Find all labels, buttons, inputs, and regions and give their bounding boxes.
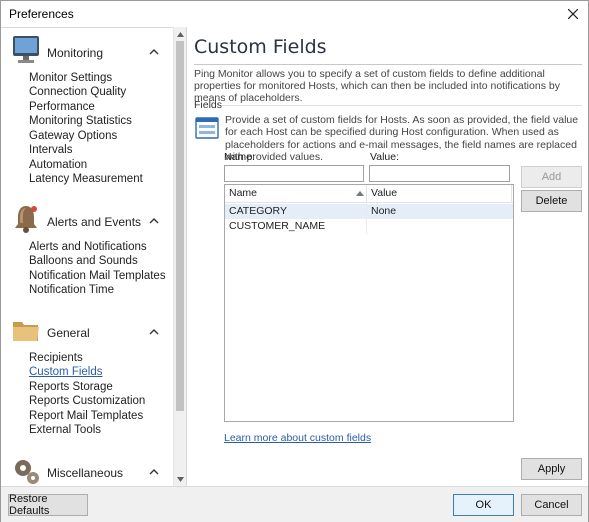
folder-icon	[13, 322, 39, 341]
column-header-value[interactable]: Value	[371, 187, 397, 199]
scrollbar-thumb[interactable]	[176, 41, 184, 411]
monitor-icon	[13, 36, 39, 63]
intro-text: Ping Monitor allows you to specify a set…	[194, 68, 560, 104]
column-header-name[interactable]: Name	[229, 187, 257, 199]
sort-ascending-icon	[356, 191, 364, 196]
sidebar-item-recipients[interactable]: Recipients	[29, 352, 83, 364]
sidebar-item-intervals[interactable]: Intervals	[29, 144, 72, 156]
value-label: Value:	[370, 151, 399, 163]
fields-description: Provide a set of custom fields for Hosts…	[225, 114, 579, 163]
sidebar-group-header-alerts[interactable]: Alerts and Events	[1, 203, 173, 237]
scroll-down-button[interactable]	[174, 472, 186, 486]
cancel-button[interactable]: Cancel	[521, 494, 582, 516]
sidebar-item-notification-mail-templates[interactable]: Notification Mail Templates	[29, 270, 166, 282]
sidebar-item-report-mail-templates[interactable]: Report Mail Templates	[29, 410, 143, 422]
main-panel: Custom Fields Ping Monitor allows you to…	[187, 27, 589, 486]
close-button[interactable]	[558, 1, 588, 27]
triangle-down-icon	[176, 476, 184, 482]
table-row[interactable]: CUSTOMER_NAME	[225, 219, 513, 234]
sidebar-item-monitoring-statistics[interactable]: Monitoring Statistics	[29, 115, 132, 127]
scroll-up-button[interactable]	[174, 27, 186, 41]
name-input[interactable]	[224, 165, 364, 182]
restore-defaults-button[interactable]: Restore Defaults	[8, 493, 88, 517]
gears-icon	[15, 460, 39, 484]
sidebar-item-alerts-notifications[interactable]: Alerts and Notifications	[29, 241, 147, 253]
sidebar-item-reports-customization[interactable]: Reports Customization	[29, 395, 145, 407]
cell-name: CATEGORY	[229, 205, 287, 217]
sidebar-group-header-miscellaneous[interactable]: Miscellaneous	[1, 454, 173, 486]
window-title: Preferences	[9, 7, 74, 21]
ok-button[interactable]: OK	[453, 494, 514, 516]
chevron-up-icon[interactable]	[149, 468, 159, 476]
title-bar: Preferences	[1, 1, 588, 27]
table-row[interactable]: CATEGORY None	[225, 204, 513, 219]
value-input[interactable]	[369, 165, 510, 182]
sidebar-item-automation[interactable]: Automation	[29, 159, 87, 171]
chevron-up-icon[interactable]	[149, 48, 159, 56]
page-title: Custom Fields	[194, 36, 327, 58]
chevron-up-icon[interactable]	[149, 217, 159, 225]
sidebar-scrollbar[interactable]	[173, 27, 186, 486]
sidebar-item-performance[interactable]: Performance	[29, 101, 95, 113]
sidebar: Monitoring Monitor Settings Connection Q…	[1, 27, 186, 486]
apply-button[interactable]: Apply	[521, 458, 582, 480]
sidebar-item-connection-quality[interactable]: Connection Quality	[29, 86, 126, 98]
sidebar-item-monitor-settings[interactable]: Monitor Settings	[29, 72, 112, 84]
sidebar-group-title: General	[47, 326, 90, 340]
close-icon	[568, 9, 578, 19]
add-button[interactable]: Add	[521, 166, 582, 188]
fields-section-divider	[222, 105, 582, 106]
chevron-up-icon[interactable]	[149, 328, 159, 336]
title-divider	[194, 64, 582, 65]
sidebar-group-title: Miscellaneous	[47, 466, 124, 480]
bell-icon	[15, 206, 37, 233]
sidebar-item-latency-measurement[interactable]: Latency Measurement	[29, 173, 143, 185]
footer: Restore Defaults OK Cancel	[1, 486, 588, 522]
column-separator[interactable]	[366, 185, 367, 203]
column-separator[interactable]	[511, 185, 512, 203]
sidebar-item-gateway-options[interactable]: Gateway Options	[29, 130, 117, 142]
list-header: Name Value	[225, 185, 513, 203]
cell-separator	[366, 219, 367, 234]
sidebar-group-title: Alerts and Events	[47, 215, 142, 229]
cell-separator	[366, 204, 367, 219]
name-label: Name:	[224, 151, 255, 163]
sidebar-item-notification-time[interactable]: Notification Time	[29, 284, 114, 296]
sidebar-item-balloons-sounds[interactable]: Balloons and Sounds	[29, 255, 138, 267]
sidebar-item-custom-fields[interactable]: Custom Fields	[29, 366, 103, 378]
triangle-up-icon	[176, 31, 184, 37]
custom-fields-list[interactable]: Name Value CATEGORY None CUSTOMER_NAME	[224, 184, 514, 422]
fields-section-label: Fields	[194, 99, 223, 111]
delete-button[interactable]: Delete	[521, 190, 582, 212]
cell-value: None	[371, 205, 397, 217]
sidebar-group-header-monitoring[interactable]: Monitoring	[1, 34, 173, 68]
sidebar-item-reports-storage[interactable]: Reports Storage	[29, 381, 113, 393]
cell-name: CUSTOMER_NAME	[229, 220, 326, 232]
form-fields-icon	[195, 117, 219, 139]
sidebar-group-header-general[interactable]: General	[1, 314, 173, 348]
sidebar-item-external-tools[interactable]: External Tools	[29, 424, 101, 436]
learn-more-link[interactable]: Learn more about custom fields	[224, 432, 371, 444]
sidebar-group-title: Monitoring	[47, 46, 104, 60]
preferences-window: Preferences Monitoring Monitor Settings …	[0, 0, 589, 522]
